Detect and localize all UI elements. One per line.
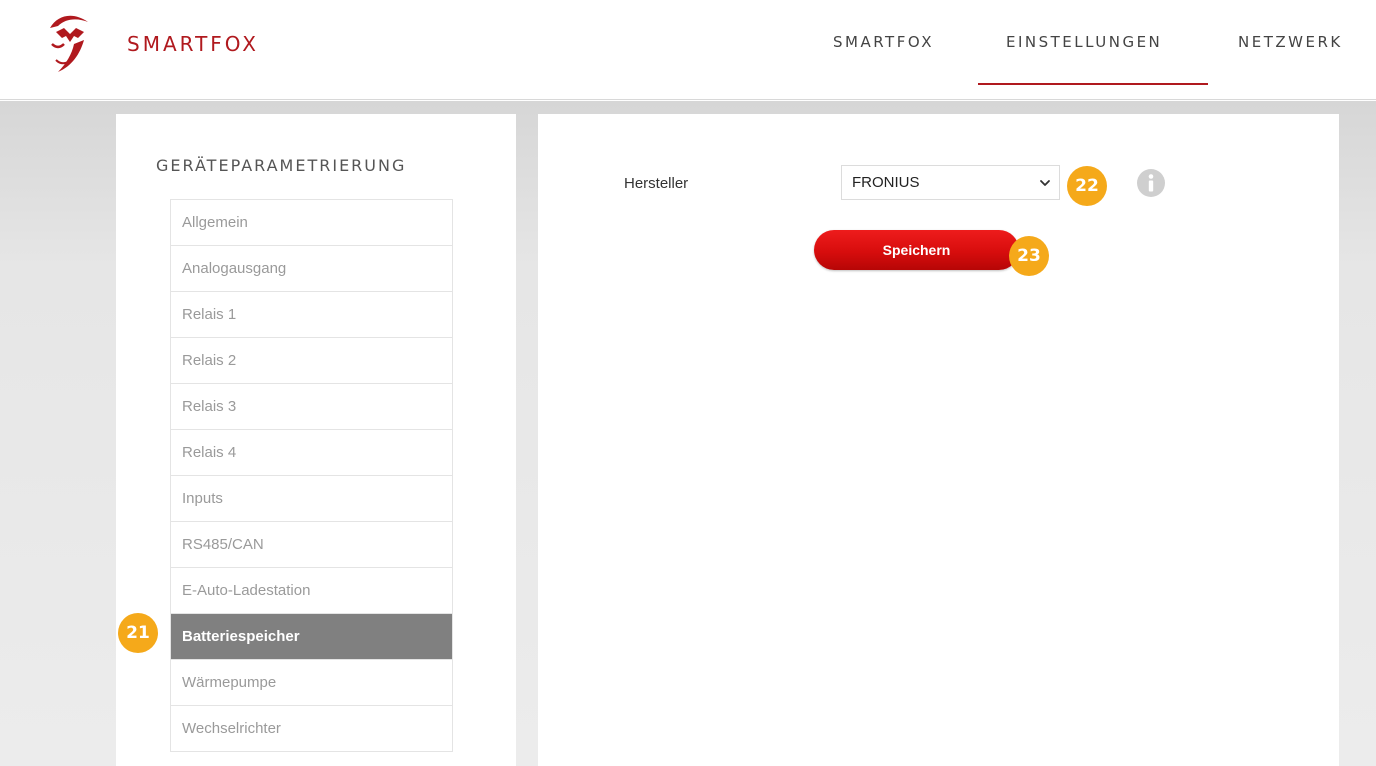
sidebar-item-relais-3[interactable]: Relais 3	[171, 384, 452, 430]
sidebar-item-analogausgang[interactable]: Analogausgang	[171, 246, 452, 292]
hersteller-select-value: FRONIUS	[852, 174, 920, 191]
sidebar-menu: Allgemein Analogausgang Relais 1 Relais …	[170, 199, 453, 752]
sidebar-item-relais-1[interactable]: Relais 1	[171, 292, 452, 338]
nav-smartfox[interactable]: SMARTFOX	[833, 33, 934, 51]
info-icon[interactable]	[1136, 168, 1166, 198]
top-header: SMARTFOX SMARTFOX EINSTELLUNGEN NETZWERK	[0, 0, 1376, 100]
fox-logo-icon[interactable]	[44, 10, 94, 80]
sidebar-item-inputs[interactable]: Inputs	[171, 476, 452, 522]
logo-text[interactable]: SMARTFOX	[127, 32, 259, 56]
sidebar-item-batteriespeicher[interactable]: Batteriespeicher	[171, 614, 452, 660]
active-nav-underline	[978, 83, 1208, 85]
callout-badge-21: 21	[118, 613, 158, 653]
callout-badge-22: 22	[1067, 166, 1107, 206]
sidebar-panel: GERÄTEPARAMETRIERUNG Allgemein Analogaus…	[116, 114, 516, 766]
sidebar-title: GERÄTEPARAMETRIERUNG	[156, 156, 407, 175]
nav-netzwerk[interactable]: NETZWERK	[1238, 33, 1343, 51]
sidebar-item-waermepumpe[interactable]: Wärmepumpe	[171, 660, 452, 706]
hersteller-label: Hersteller	[624, 175, 689, 192]
sidebar-item-wechselrichter[interactable]: Wechselrichter	[171, 706, 452, 752]
sidebar-item-e-auto-ladestation[interactable]: E-Auto-Ladestation	[171, 568, 452, 614]
sidebar-item-relais-4[interactable]: Relais 4	[171, 430, 452, 476]
sidebar-item-rs485-can[interactable]: RS485/CAN	[171, 522, 452, 568]
sidebar-item-relais-2[interactable]: Relais 2	[171, 338, 452, 384]
sidebar-item-allgemein[interactable]: Allgemein	[171, 200, 452, 246]
content-panel: Hersteller FRONIUS 22 Speichern 23	[538, 114, 1339, 766]
nav-einstellungen[interactable]: EINSTELLUNGEN	[1006, 33, 1162, 51]
callout-badge-23: 23	[1009, 236, 1049, 276]
chevron-down-icon	[1040, 180, 1050, 186]
save-button[interactable]: Speichern	[814, 230, 1019, 270]
hersteller-select[interactable]: FRONIUS	[841, 165, 1060, 200]
